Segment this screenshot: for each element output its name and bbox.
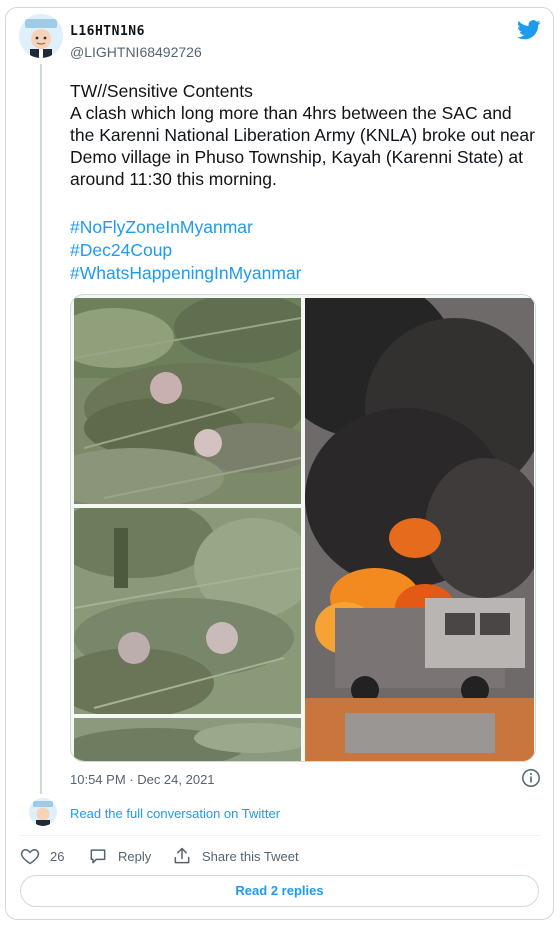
- tweet-body: TW//Sensitive Contents A clash which lon…: [70, 80, 538, 190]
- jungle-photo-image: [74, 718, 301, 761]
- hashtag-link[interactable]: #NoFlyZoneInMyanmar: [70, 216, 302, 239]
- boss-baby-avatar-image: [19, 14, 63, 58]
- media-grid: [70, 294, 536, 762]
- reply-label: Reply: [118, 848, 152, 864]
- media-photo-4[interactable]: [305, 298, 534, 761]
- thread-line: [40, 64, 42, 794]
- author-avatar[interactable]: [19, 14, 63, 58]
- share-upload-icon: [174, 847, 190, 864]
- author-display-name[interactable]: L16HTN1N6: [70, 24, 145, 39]
- tweet-timestamp[interactable]: 10:54 PM · Dec 24, 2021: [70, 772, 215, 787]
- like-button[interactable]: 26: [20, 846, 64, 866]
- reply-button[interactable]: Reply: [88, 846, 151, 866]
- jungle-photo-image: [74, 298, 301, 504]
- divider: [20, 835, 540, 836]
- read-replies-button[interactable]: Read 2 replies: [20, 875, 539, 907]
- tweet-text-line: A clash which long more than 4hrs betwee…: [70, 103, 535, 189]
- info-icon[interactable]: [521, 768, 541, 788]
- jungle-photo-image: [74, 508, 301, 714]
- share-label: Share this Tweet: [202, 848, 299, 864]
- media-photo-3[interactable]: [74, 718, 301, 761]
- read-full-conversation-link[interactable]: Read the full conversation on Twitter: [70, 806, 280, 821]
- like-count: 26: [50, 848, 65, 864]
- media-photo-2[interactable]: [74, 508, 301, 714]
- heart-icon: [20, 848, 40, 865]
- author-mini-avatar[interactable]: [29, 798, 57, 826]
- hashtag-link[interactable]: #WhatsHappeningInMyanmar: [70, 262, 302, 285]
- boss-baby-avatar-image: [29, 798, 57, 826]
- speech-bubble-icon: [90, 849, 106, 864]
- twitter-bird-icon[interactable]: [517, 20, 541, 40]
- burning-vehicle-photo-image: [305, 298, 534, 761]
- author-handle[interactable]: @LIGHTNI68492726: [70, 44, 202, 60]
- hashtag-list: #NoFlyZoneInMyanmar #Dec24Coup #WhatsHap…: [70, 216, 302, 285]
- share-button[interactable]: Share this Tweet: [172, 846, 299, 866]
- tweet-text-line: TW//Sensitive Contents: [70, 81, 253, 101]
- hashtag-link[interactable]: #Dec24Coup: [70, 239, 302, 262]
- media-photo-1[interactable]: [74, 298, 301, 504]
